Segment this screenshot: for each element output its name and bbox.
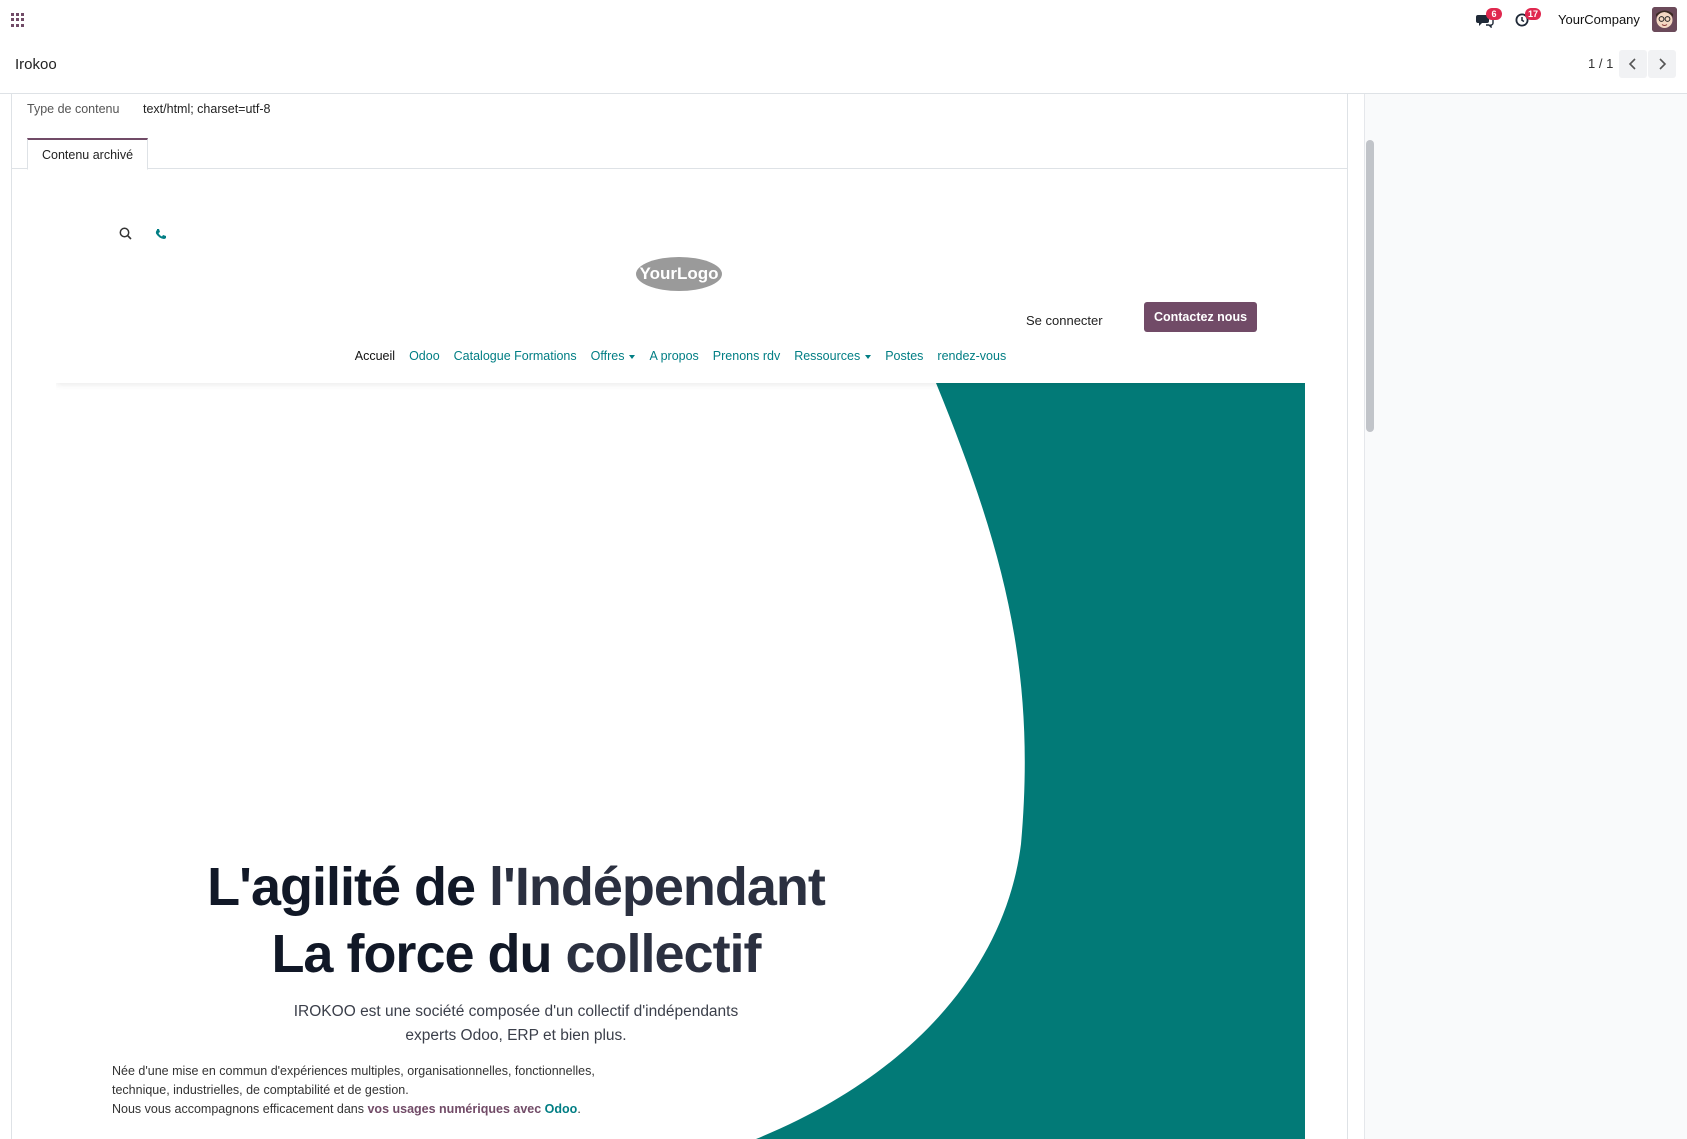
- top-navbar: 6 17 YourCompany: [0, 0, 1687, 40]
- notebook-tabs: Contenu archivé: [12, 138, 1347, 170]
- hero-body-line-1: Née d'une mise en commun d'expériences m…: [112, 1064, 595, 1078]
- website-menu-item[interactable]: Postes: [885, 349, 923, 363]
- website-logo[interactable]: YourLogo: [635, 256, 723, 292]
- website-menu-label: Ressources: [794, 349, 861, 363]
- content-type-value: text/html; charset=utf-8: [143, 102, 271, 116]
- website-menu-item[interactable]: Accueil: [355, 349, 395, 363]
- website-menu-item[interactable]: rendez-vous: [937, 349, 1006, 363]
- hero-body-emphasis: vos usages numériques avec: [367, 1102, 542, 1116]
- hero-subtitle: IROKOO est une société composée d'un col…: [56, 1000, 976, 1048]
- website-menu-item[interactable]: Prenons rdv: [713, 349, 780, 363]
- scrollbar-track[interactable]: [1348, 94, 1364, 1139]
- website-menu-item[interactable]: Ressources: [794, 349, 872, 363]
- hero-subtitle-line-2: experts Odoo, ERP et bien plus.: [405, 1027, 627, 1044]
- login-link[interactable]: Se connecter: [1026, 313, 1103, 328]
- hero-title-line-2: La force du collectif: [56, 921, 976, 988]
- tab-archived-content[interactable]: Contenu archivé: [27, 138, 149, 170]
- website-menu-item[interactable]: Catalogue Formations: [454, 349, 577, 363]
- user-avatar[interactable]: [1652, 7, 1677, 32]
- website-menu-item[interactable]: A propos: [649, 349, 698, 363]
- caret-down-icon: [629, 354, 636, 359]
- hero-body-line-3: Nous vous accompagnons efficacement dans…: [112, 1100, 672, 1119]
- messages-badge: 6: [1486, 8, 1502, 20]
- clock-icon[interactable]: 17: [1515, 8, 1542, 28]
- pager-value[interactable]: 1 / 1: [1588, 56, 1613, 71]
- archived-website-preview: YourLogo Se connecter Contactez nous Acc…: [56, 204, 1305, 1139]
- website-menu-label: Catalogue Formations: [453, 349, 577, 363]
- search-icon[interactable]: [118, 226, 134, 242]
- chatter-panel: [1364, 94, 1687, 1139]
- website-menu-label: Offres: [590, 349, 625, 363]
- website-menu: Accueil Odoo Catalogue Formations Offres A p…: [56, 349, 1305, 363]
- hero-title-2a: La force du: [271, 924, 566, 984]
- website-menu-label: Odoo: [409, 349, 440, 363]
- chevron-right-icon: [1659, 58, 1667, 70]
- activities-badge: 17: [1525, 8, 1542, 20]
- form-sheet: Type de contenu text/html; charset=utf-8…: [11, 94, 1348, 1139]
- phone-icon[interactable]: [153, 226, 169, 242]
- website-menu-label: A propos: [649, 349, 699, 363]
- website-menu-label: rendez-vous: [937, 349, 1007, 363]
- website-header: YourLogo Se connecter Contactez nous Acc…: [56, 204, 1305, 383]
- contact-us-button[interactable]: Contactez nous: [1144, 302, 1257, 332]
- hero-title-1a: L'agilité de: [207, 857, 490, 917]
- logo-text: YourLogo: [640, 264, 719, 283]
- pager-previous-button[interactable]: [1619, 50, 1647, 78]
- chat-icon[interactable]: 6: [1476, 8, 1502, 29]
- hero-title-line-1: L'agilité de l'Indépendant: [56, 854, 976, 921]
- breadcrumb[interactable]: Irokoo: [15, 56, 57, 73]
- company-switcher[interactable]: YourCompany: [1558, 12, 1640, 27]
- website-menu-label: Postes: [885, 349, 924, 363]
- control-panel: Irokoo 1 / 1: [0, 40, 1687, 94]
- caret-down-icon: [865, 354, 872, 359]
- apps-grid-icon[interactable]: [11, 13, 25, 27]
- content-type-label: Type de contenu: [27, 102, 120, 116]
- website-menu-label: Prenons rdv: [712, 349, 781, 363]
- website-menu-item[interactable]: Odoo: [409, 349, 440, 363]
- pager-next-button[interactable]: [1648, 50, 1676, 78]
- hero-body-line-2: technique, industrielles, de comptabilit…: [112, 1083, 409, 1097]
- website-menu-item[interactable]: Offres: [591, 349, 636, 363]
- hero-subtitle-line-1: IROKOO est une société composée d'un col…: [293, 1003, 739, 1020]
- hero-body-text: Née d'une mise en commun d'expériences m…: [112, 1062, 672, 1119]
- scrollbar-thumb[interactable]: [1366, 140, 1374, 432]
- hero-title-2b: collectif: [565, 924, 761, 984]
- chevron-left-icon: [1628, 58, 1636, 70]
- hero-body-brand[interactable]: Odoo: [545, 1102, 578, 1116]
- hero-body-line-3a: Nous vous accompagnons efficacement dans: [112, 1102, 368, 1116]
- website-menu-label: Accueil: [354, 349, 396, 363]
- hero-title-1b: l'Indépendant: [489, 857, 826, 917]
- hero-title: L'agilité de l'Indépendant La force du c…: [56, 854, 976, 988]
- hero-body-end: .: [577, 1102, 581, 1116]
